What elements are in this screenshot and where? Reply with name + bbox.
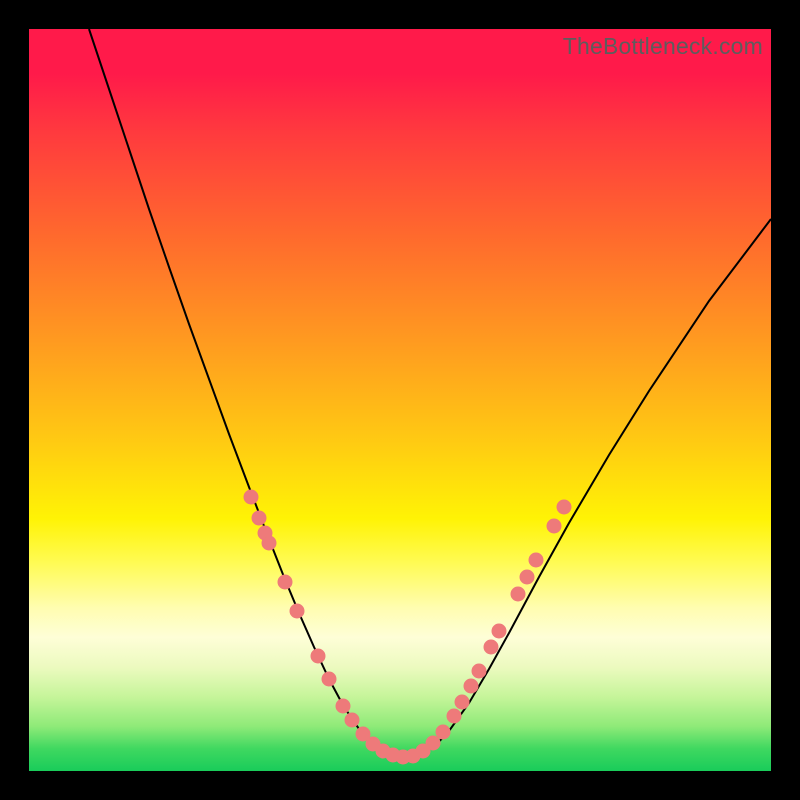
data-dot bbox=[278, 575, 292, 589]
data-dot bbox=[511, 587, 525, 601]
data-dot bbox=[311, 649, 325, 663]
data-dot bbox=[290, 604, 304, 618]
data-dot bbox=[557, 500, 571, 514]
data-dot bbox=[322, 672, 336, 686]
data-dot bbox=[455, 695, 469, 709]
data-dot bbox=[426, 736, 440, 750]
data-dot bbox=[484, 640, 498, 654]
data-dot bbox=[492, 624, 506, 638]
data-dot bbox=[464, 679, 478, 693]
plot-area: TheBottleneck.com bbox=[29, 29, 771, 771]
data-dot bbox=[345, 713, 359, 727]
bottleneck-chart bbox=[29, 29, 771, 771]
data-dot bbox=[262, 536, 276, 550]
data-dot bbox=[547, 519, 561, 533]
data-dot bbox=[447, 709, 461, 723]
data-dot bbox=[472, 664, 486, 678]
data-dot bbox=[529, 553, 543, 567]
data-dots bbox=[244, 490, 571, 764]
data-dot bbox=[336, 699, 350, 713]
data-dot bbox=[520, 570, 534, 584]
data-dot bbox=[436, 725, 450, 739]
chart-frame: TheBottleneck.com bbox=[0, 0, 800, 800]
bottleneck-curve-path bbox=[89, 29, 771, 757]
data-dot bbox=[244, 490, 258, 504]
data-dot bbox=[252, 511, 266, 525]
